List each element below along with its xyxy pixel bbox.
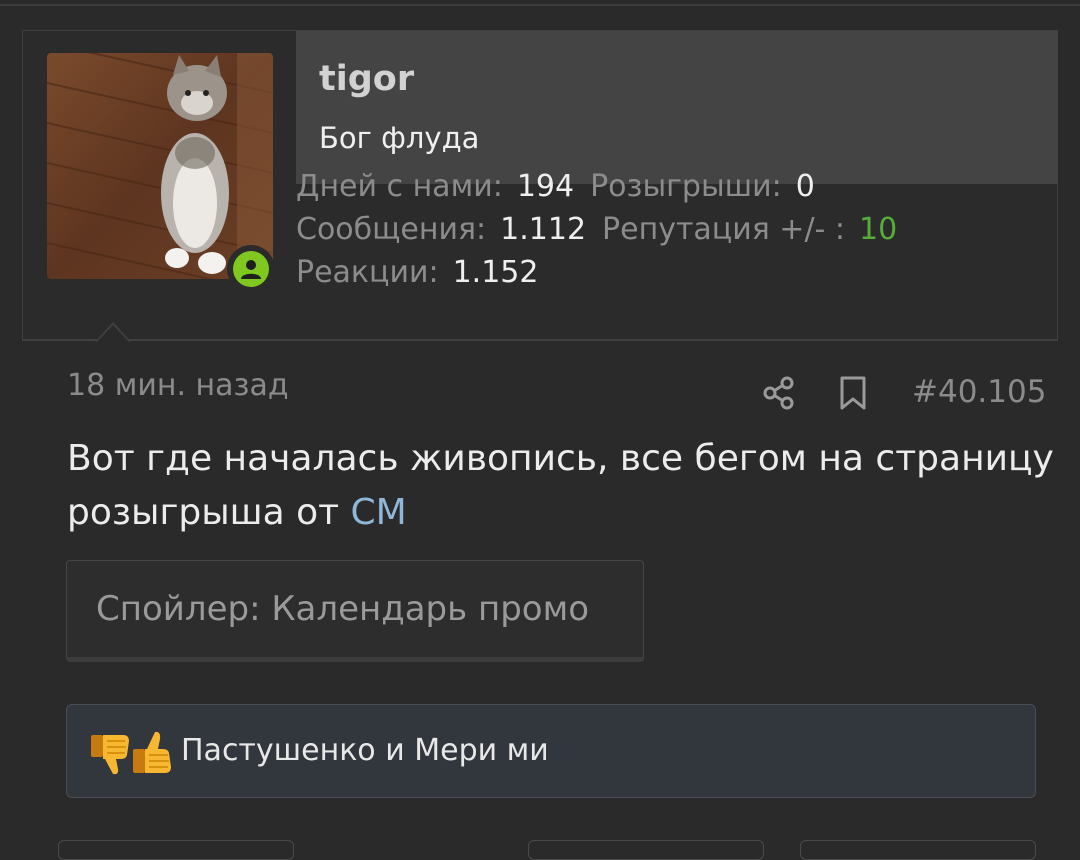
reactions-label: Реакции: <box>296 255 439 290</box>
stats-row-3: Реакции: 1.152 <box>296 251 1036 294</box>
reputation-label: Репутация +/- : <box>602 212 846 247</box>
days-value: 194 <box>516 169 575 204</box>
stats-row-1: Дней с нами: 194 Розыгрыши: 0 <box>296 165 1036 208</box>
post-timestamp[interactable]: 18 мин. назад <box>67 368 289 403</box>
messages-label: Сообщения: <box>296 212 487 247</box>
cat-photo-avatar <box>47 53 273 279</box>
username-link[interactable]: tigor <box>319 59 414 99</box>
action-button-left[interactable] <box>58 840 294 860</box>
post-number-link[interactable]: #40.105 <box>912 374 1046 410</box>
thumbs-up-icon <box>133 731 171 773</box>
days-label: Дней с нами: <box>296 169 503 204</box>
action-button-right[interactable] <box>800 840 1036 860</box>
card-pointer <box>97 325 129 342</box>
bookmark-icon[interactable] <box>838 375 868 411</box>
reactions-bar[interactable]: Пастушенко и Мери ми <box>66 704 1036 798</box>
giveaways-value: 0 <box>795 169 815 204</box>
reaction-users[interactable]: Пастушенко и Мери ми <box>181 733 549 768</box>
user-online-icon <box>241 260 261 279</box>
top-divider <box>0 4 1080 6</box>
avatar[interactable] <box>47 53 273 279</box>
reactions-value: 1.152 <box>452 255 539 290</box>
user-header: tigor Бог флуда <box>296 31 1058 184</box>
reaction-emojis <box>89 727 175 777</box>
giveaways-label: Розыгрыши: <box>590 169 782 204</box>
spoiler-label: Спойлер: Календарь промо <box>96 589 590 629</box>
stats-row-2: Сообщения: 1.112 Репутация +/- : 10 <box>296 208 1036 251</box>
user-stats: Дней с нами: 194 Розыгрыши: 0 Сообщения: 1.1… <box>296 165 1036 294</box>
spoiler-button[interactable]: Спойлер: Календарь промо <box>66 560 644 662</box>
online-status-badge <box>227 245 275 293</box>
post-message: Вот где началась живопись, все бегом на … <box>67 432 1057 540</box>
share-icon[interactable] <box>762 375 796 411</box>
reputation-value: 10 <box>859 212 898 247</box>
avatar-container[interactable] <box>47 53 275 293</box>
user-title: Бог флуда <box>319 121 480 155</box>
messages-value: 1.112 <box>500 212 587 247</box>
post-link[interactable]: СМ <box>351 492 407 533</box>
action-button-middle[interactable] <box>528 840 764 860</box>
post-text: Вот где началась живопись, все бегом на … <box>67 438 1054 533</box>
thumbs-down-icon <box>91 735 129 775</box>
